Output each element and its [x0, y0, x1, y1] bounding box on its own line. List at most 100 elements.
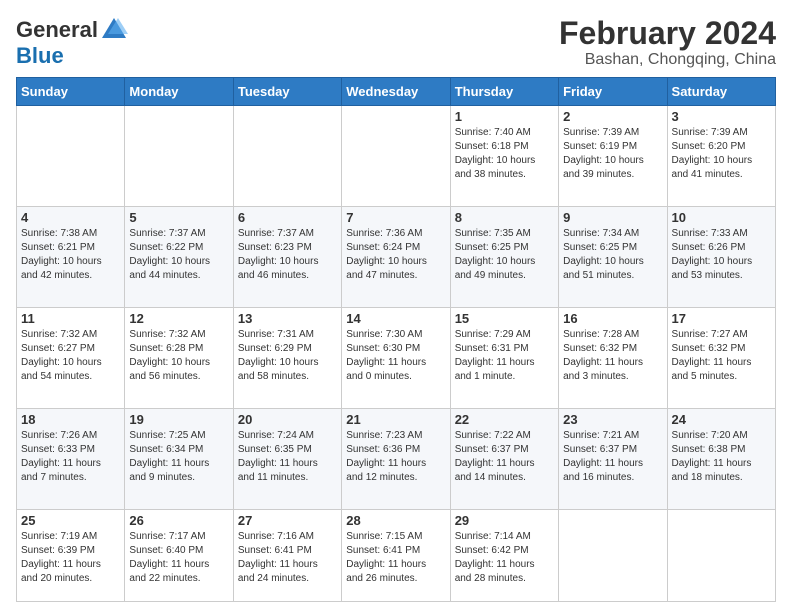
day-number: 12 [129, 311, 228, 326]
day-info: Sunrise: 7:19 AM Sunset: 6:39 PM Dayligh… [21, 530, 120, 586]
calendar-day-cell [667, 510, 775, 602]
day-info: Sunrise: 7:38 AM Sunset: 6:21 PM Dayligh… [21, 227, 120, 283]
calendar-day-cell [342, 106, 450, 207]
day-info: Sunrise: 7:34 AM Sunset: 6:25 PM Dayligh… [563, 227, 662, 283]
calendar-week-row: 25Sunrise: 7:19 AM Sunset: 6:39 PM Dayli… [17, 510, 776, 602]
day-info: Sunrise: 7:32 AM Sunset: 6:28 PM Dayligh… [129, 328, 228, 384]
day-number: 11 [21, 311, 120, 326]
day-number: 3 [672, 109, 771, 124]
month-title: February 2024 [559, 16, 776, 51]
day-number: 16 [563, 311, 662, 326]
calendar-day-cell: 4 Sunrise: 7:38 AM Sunset: 6:21 PM Daylig… [17, 207, 125, 308]
day-info: Sunrise: 7:20 AM Sunset: 6:38 PM Dayligh… [672, 429, 771, 485]
day-info: Sunrise: 7:26 AM Sunset: 6:33 PM Dayligh… [21, 429, 120, 485]
day-number: 15 [455, 311, 554, 326]
calendar-day-cell: 11 Sunrise: 7:32 AM Sunset: 6:27 PM Dayli… [17, 308, 125, 409]
calendar-day-cell: 20Sunrise: 7:24 AM Sunset: 6:35 PM Dayli… [233, 409, 341, 510]
calendar-header-row: SundayMondayTuesdayWednesdayThursdayFrid… [17, 78, 776, 106]
calendar-day-cell: 2 Sunrise: 7:39 AM Sunset: 6:19 PM Daylig… [559, 106, 667, 207]
calendar-day-cell: 3 Sunrise: 7:39 AM Sunset: 6:20 PM Daylig… [667, 106, 775, 207]
day-info: Sunrise: 7:39 AM Sunset: 6:20 PM Dayligh… [672, 126, 771, 182]
day-info: Sunrise: 7:40 AM Sunset: 6:18 PM Dayligh… [455, 126, 554, 182]
day-info: Sunrise: 7:36 AM Sunset: 6:24 PM Dayligh… [346, 227, 445, 283]
day-info: Sunrise: 7:16 AM Sunset: 6:41 PM Dayligh… [238, 530, 337, 586]
day-info: Sunrise: 7:37 AM Sunset: 6:23 PM Dayligh… [238, 227, 337, 283]
logo: General Blue [16, 16, 128, 68]
day-info: Sunrise: 7:30 AM Sunset: 6:30 PM Dayligh… [346, 328, 445, 384]
logo-blue-text: Blue [16, 44, 64, 68]
calendar-day-cell [559, 510, 667, 602]
day-number: 6 [238, 210, 337, 225]
day-number: 2 [563, 109, 662, 124]
calendar-header-thursday: Thursday [450, 78, 558, 106]
logo-general-text: General [16, 18, 98, 42]
calendar-header-tuesday: Tuesday [233, 78, 341, 106]
day-number: 13 [238, 311, 337, 326]
day-number: 19 [129, 412, 228, 427]
logo-icon [100, 16, 128, 44]
day-info: Sunrise: 7:14 AM Sunset: 6:42 PM Dayligh… [455, 530, 554, 586]
calendar-day-cell: 16 Sunrise: 7:28 AM Sunset: 6:32 PM Dayli… [559, 308, 667, 409]
day-number: 26 [129, 513, 228, 528]
day-number: 23 [563, 412, 662, 427]
day-info: Sunrise: 7:23 AM Sunset: 6:36 PM Dayligh… [346, 429, 445, 485]
day-number: 22 [455, 412, 554, 427]
day-info: Sunrise: 7:24 AM Sunset: 6:35 PM Dayligh… [238, 429, 337, 485]
calendar-header-monday: Monday [125, 78, 233, 106]
calendar-day-cell: 26 Sunrise: 7:17 AM Sunset: 6:40 PM Dayli… [125, 510, 233, 602]
day-info: Sunrise: 7:15 AM Sunset: 6:41 PM Dayligh… [346, 530, 445, 586]
page: General Blue February 2024 Bashan, Chong… [0, 0, 792, 612]
day-number: 14 [346, 311, 445, 326]
day-number: 4 [21, 210, 120, 225]
calendar-week-row: 1 Sunrise: 7:40 AM Sunset: 6:18 PM Daylig… [17, 106, 776, 207]
calendar-header-saturday: Saturday [667, 78, 775, 106]
calendar-day-cell: 21 Sunrise: 7:23 AM Sunset: 6:36 PM Dayli… [342, 409, 450, 510]
day-number: 7 [346, 210, 445, 225]
calendar-header-wednesday: Wednesday [342, 78, 450, 106]
calendar-day-cell: 29 Sunrise: 7:14 AM Sunset: 6:42 PM Dayli… [450, 510, 558, 602]
day-info: Sunrise: 7:22 AM Sunset: 6:37 PM Dayligh… [455, 429, 554, 485]
calendar-day-cell: 27 Sunrise: 7:16 AM Sunset: 6:41 PM Dayli… [233, 510, 341, 602]
day-info: Sunrise: 7:31 AM Sunset: 6:29 PM Dayligh… [238, 328, 337, 384]
day-number: 29 [455, 513, 554, 528]
location-title: Bashan, Chongqing, China [559, 51, 776, 69]
calendar-week-row: 11 Sunrise: 7:32 AM Sunset: 6:27 PM Dayli… [17, 308, 776, 409]
day-info: Sunrise: 7:27 AM Sunset: 6:32 PM Dayligh… [672, 328, 771, 384]
day-number: 9 [563, 210, 662, 225]
calendar-day-cell: 14 Sunrise: 7:30 AM Sunset: 6:30 PM Dayli… [342, 308, 450, 409]
day-info: Sunrise: 7:25 AM Sunset: 6:34 PM Dayligh… [129, 429, 228, 485]
day-info: Sunrise: 7:39 AM Sunset: 6:19 PM Dayligh… [563, 126, 662, 182]
calendar-header-sunday: Sunday [17, 78, 125, 106]
calendar-day-cell: 5Sunrise: 7:37 AM Sunset: 6:22 PM Daylig… [125, 207, 233, 308]
calendar-day-cell: 10Sunrise: 7:33 AM Sunset: 6:26 PM Dayli… [667, 207, 775, 308]
calendar-day-cell: 12 Sunrise: 7:32 AM Sunset: 6:28 PM Dayli… [125, 308, 233, 409]
day-number: 1 [455, 109, 554, 124]
day-info: Sunrise: 7:21 AM Sunset: 6:37 PM Dayligh… [563, 429, 662, 485]
calendar-day-cell: 18Sunrise: 7:26 AM Sunset: 6:33 PM Dayli… [17, 409, 125, 510]
day-number: 10 [672, 210, 771, 225]
calendar-day-cell [233, 106, 341, 207]
calendar-day-cell: 7 Sunrise: 7:36 AM Sunset: 6:24 PM Daylig… [342, 207, 450, 308]
calendar-table: SundayMondayTuesdayWednesdayThursdayFrid… [16, 77, 776, 602]
day-info: Sunrise: 7:28 AM Sunset: 6:32 PM Dayligh… [563, 328, 662, 384]
calendar-day-cell: 28Sunrise: 7:15 AM Sunset: 6:41 PM Dayli… [342, 510, 450, 602]
day-info: Sunrise: 7:17 AM Sunset: 6:40 PM Dayligh… [129, 530, 228, 586]
calendar-header-friday: Friday [559, 78, 667, 106]
day-number: 8 [455, 210, 554, 225]
day-number: 17 [672, 311, 771, 326]
calendar-week-row: 4 Sunrise: 7:38 AM Sunset: 6:21 PM Daylig… [17, 207, 776, 308]
calendar-day-cell: 22 Sunrise: 7:22 AM Sunset: 6:37 PM Dayli… [450, 409, 558, 510]
calendar-day-cell: 9 Sunrise: 7:34 AM Sunset: 6:25 PM Daylig… [559, 207, 667, 308]
calendar-day-cell: 19 Sunrise: 7:25 AM Sunset: 6:34 PM Dayli… [125, 409, 233, 510]
day-info: Sunrise: 7:32 AM Sunset: 6:27 PM Dayligh… [21, 328, 120, 384]
calendar-day-cell: 25Sunrise: 7:19 AM Sunset: 6:39 PM Dayli… [17, 510, 125, 602]
calendar-day-cell: 8 Sunrise: 7:35 AM Sunset: 6:25 PM Daylig… [450, 207, 558, 308]
day-number: 27 [238, 513, 337, 528]
calendar-day-cell: 15Sunrise: 7:29 AM Sunset: 6:31 PM Dayli… [450, 308, 558, 409]
calendar-day-cell: 6 Sunrise: 7:37 AM Sunset: 6:23 PM Daylig… [233, 207, 341, 308]
day-number: 21 [346, 412, 445, 427]
day-info: Sunrise: 7:35 AM Sunset: 6:25 PM Dayligh… [455, 227, 554, 283]
header: General Blue February 2024 Bashan, Chong… [16, 16, 776, 69]
calendar-day-cell: 1 Sunrise: 7:40 AM Sunset: 6:18 PM Daylig… [450, 106, 558, 207]
calendar-day-cell [125, 106, 233, 207]
